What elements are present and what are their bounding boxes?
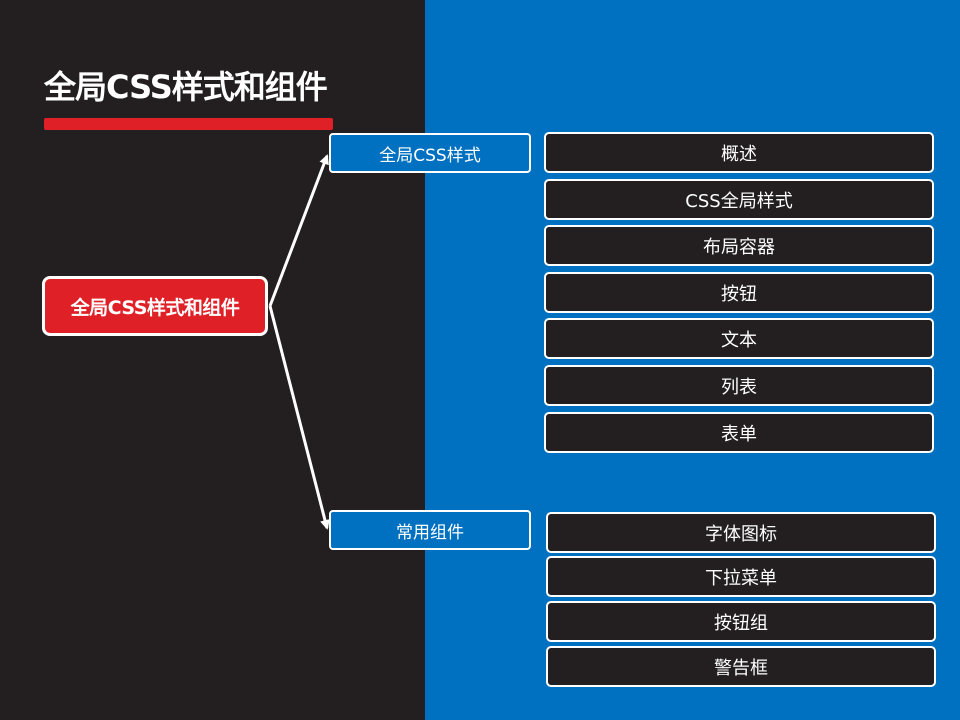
- arrow-to-branch-components: [268, 305, 330, 530]
- leaf-node-dropdown-menu: 下拉菜单: [546, 556, 936, 597]
- leaf-node-layout-container: 布局容器: [544, 225, 934, 266]
- leaf-node-button-group: 按钮组: [546, 601, 936, 642]
- leaf-node-alert-box: 警告框: [546, 646, 936, 687]
- root-node: 全局CSS样式和组件: [42, 276, 268, 336]
- leaf-node-buttons: 按钮: [544, 272, 934, 313]
- leaf-node-lists: 列表: [544, 365, 934, 406]
- leaf-node-font-icons: 字体图标: [546, 512, 936, 553]
- branch-node-common-components: 常用组件: [329, 510, 531, 550]
- branch-node-css-styles: 全局CSS样式: [329, 133, 531, 173]
- leaf-node-text: 文本: [544, 318, 934, 359]
- leaf-node-css-global-styles: CSS全局样式: [544, 179, 934, 220]
- arrow-to-branch-css: [268, 154, 329, 307]
- leaf-node-forms: 表单: [544, 412, 934, 453]
- leaf-node-overview: 概述: [544, 132, 934, 173]
